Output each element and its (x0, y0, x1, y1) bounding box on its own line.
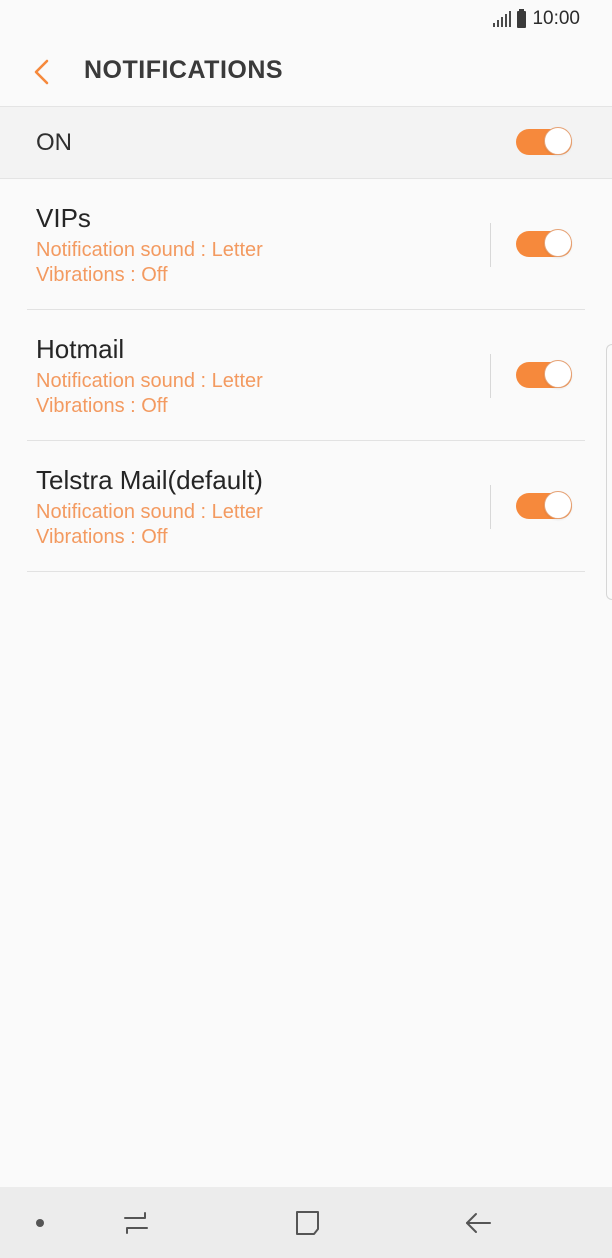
vertical-divider (490, 485, 491, 529)
toggle-knob (544, 491, 572, 519)
signal-icon (493, 11, 512, 27)
back-nav-button[interactable] (462, 1207, 494, 1239)
back-button[interactable] (22, 52, 62, 92)
vertical-divider (490, 223, 491, 267)
app-header: NOTIFICATIONS (0, 38, 612, 107)
account-sound: Notification sound : Letter (36, 501, 263, 523)
hotmail-toggle[interactable] (516, 360, 572, 390)
toggle-knob (544, 127, 572, 155)
recent-apps-icon (124, 1212, 148, 1234)
back-arrow-icon (466, 1213, 491, 1233)
toggle-knob (544, 229, 572, 257)
page-title: NOTIFICATIONS (84, 56, 284, 84)
vips-toggle[interactable] (516, 229, 572, 259)
navigation-bar (0, 1187, 612, 1258)
account-row-hotmail[interactable]: Hotmail Notification sound : Letter Vibr… (0, 310, 612, 441)
status-bar: 10:00 (0, 0, 612, 38)
account-name: Hotmail (36, 334, 125, 364)
status-time: 10:00 (532, 8, 580, 29)
account-sound: Notification sound : Letter (36, 239, 263, 261)
account-vibrations: Vibrations : Off (36, 395, 168, 417)
recent-apps-button[interactable] (120, 1207, 152, 1239)
account-row-telstra-mail[interactable]: Telstra Mail(default) Notification sound… (0, 441, 612, 572)
account-vibrations: Vibrations : Off (36, 526, 168, 548)
account-vibrations: Vibrations : Off (36, 264, 168, 286)
battery-icon (517, 8, 527, 28)
account-name: Telstra Mail(default) (36, 465, 263, 495)
row-divider (27, 571, 585, 572)
account-name: VIPs (36, 203, 91, 233)
dot-icon[interactable] (36, 1219, 44, 1227)
master-toggle[interactable] (516, 127, 572, 157)
account-row-vips[interactable]: VIPs Notification sound : Letter Vibrati… (0, 179, 612, 310)
telstra-mail-toggle[interactable] (516, 491, 572, 521)
master-switch-row[interactable]: ON (0, 107, 612, 179)
master-switch-label: ON (36, 129, 72, 156)
chevron-left-icon (34, 59, 49, 85)
home-icon (296, 1211, 319, 1235)
toggle-knob (544, 360, 572, 388)
edge-panel-handle[interactable] (606, 344, 612, 600)
home-button[interactable] (292, 1207, 324, 1239)
account-sound: Notification sound : Letter (36, 370, 263, 392)
vertical-divider (490, 354, 491, 398)
